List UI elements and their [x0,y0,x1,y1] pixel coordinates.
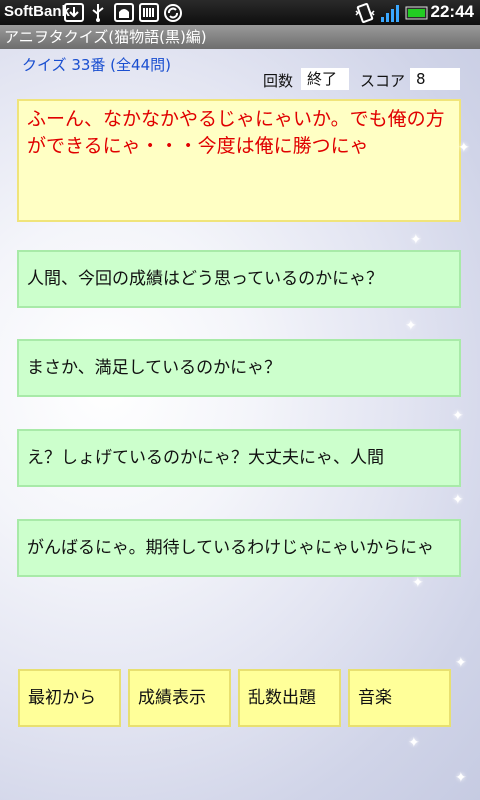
sparkle-icon: ✦ [452,408,464,424]
sync-icon [163,3,183,22]
carrier-name: SoftBank [4,3,70,20]
choice-3[interactable]: え？しょげているのかにゃ？大丈夫にゃ、人間 [17,429,461,487]
download-icon [64,3,84,22]
show-results-button[interactable]: 成績表示 [128,669,231,727]
music-button[interactable]: 音楽 [348,669,451,727]
score-label: スコア [360,72,406,90]
random-question-button[interactable]: 乱数出題 [238,669,341,727]
choice-4[interactable]: がんばるにゃ。期待しているわけじゃにゃいからにゃ [17,519,461,577]
sparkle-icon: ✦ [410,232,422,248]
choice-2[interactable]: まさか、満足しているのかにゃ？ [17,339,461,397]
sparkle-icon: ✦ [455,770,467,786]
clock: 22:44 [430,2,474,21]
restart-button[interactable]: 最初から [18,669,121,727]
choice-1[interactable]: 人間、今回の成績はどう思っているのかにゃ？ [17,250,461,308]
count-label: 回数 [263,72,294,90]
usb-icon [91,3,105,22]
vibrate-icon [354,3,376,23]
app-title: アニヲタクイズ(猫物語(黒)編) [0,25,480,49]
score-value: 8 [410,68,460,90]
signal-strength-icon [380,3,402,22]
battery-icon [405,3,429,22]
sd-card-icon [139,3,159,22]
sparkle-icon: ✦ [408,735,420,751]
question-box: ふーん、なかなかやるじゃにゃいか。でも俺の方ができるにゃ・・・今度は俺に勝つにゃ [17,99,461,222]
sparkle-icon: ✦ [458,140,470,156]
android-debug-icon [114,3,134,22]
sparkle-icon: ✦ [452,492,464,508]
quiz-number: クイズ 33番 (全44問) [22,56,171,74]
sparkle-icon: ✦ [455,655,467,671]
sparkle-icon: ✦ [405,318,417,334]
count-value: 終了 [301,68,349,90]
sparkle-icon: ✦ [412,575,424,591]
status-bar: SoftBank 22:44 [0,0,480,25]
